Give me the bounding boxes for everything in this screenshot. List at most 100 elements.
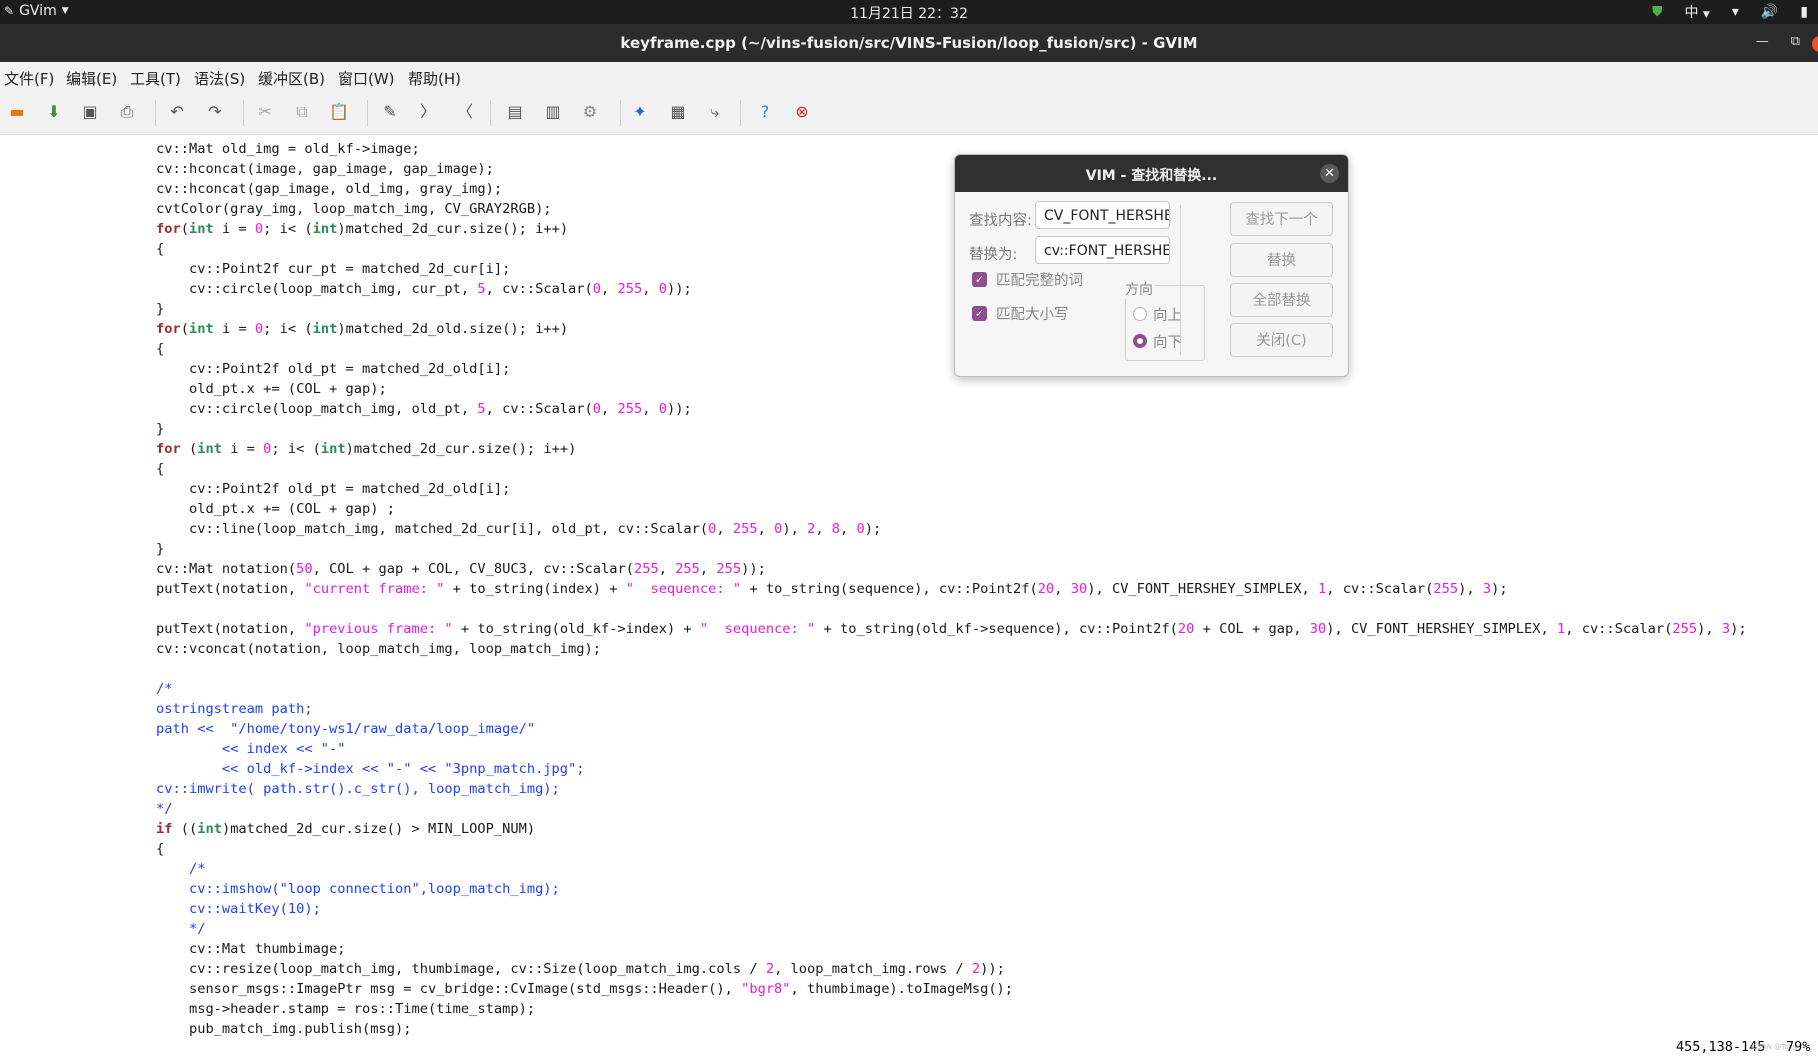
match-word-label: 匹配完整的词	[996, 273, 1083, 289]
find-next-icon[interactable]: 〉	[418, 102, 438, 122]
dialog-title: VIM - 查找和替换...	[1085, 168, 1218, 184]
code-line[interactable]: cv::Mat thumbimage;	[156, 939, 346, 959]
close-icon[interactable]: ✕	[1320, 164, 1339, 183]
clock[interactable]: 11月21日 22：32	[0, 3, 1818, 23]
close-button[interactable]: 关闭(C)	[1230, 323, 1333, 357]
code-line[interactable]: /*	[156, 679, 172, 699]
code-line[interactable]: cv::imshow("loop connection",loop_match_…	[156, 879, 560, 899]
status-line: 455,138-145 CSDN @Tony 79%	[0, 1036, 1818, 1062]
menu-tools[interactable]: 工具(T)	[130, 68, 181, 89]
menu-bar: 文件(F) 编辑(E) 工具(T) 语法(S) 缓冲区(B) 窗口(W) 帮助(…	[0, 62, 1818, 92]
code-line[interactable]: cv::Point2f old_pt = matched_2d_old[i];	[156, 359, 510, 379]
code-line[interactable]: putText(notation, "previous frame: " + t…	[156, 619, 1747, 639]
code-line[interactable]: }	[156, 419, 164, 439]
code-line[interactable]: cv::resize(loop_match_img, thumbimage, c…	[156, 959, 1005, 979]
load-session-icon[interactable]: ▤	[505, 102, 525, 122]
code-line[interactable]: for(int i = 0; i< (int)matched_2d_old.si…	[156, 319, 568, 339]
menu-buffers[interactable]: 缓冲区(B)	[258, 68, 325, 89]
code-line[interactable]: cv::imwrite( path.str().c_str(), loop_ma…	[156, 779, 560, 799]
code-line[interactable]: cv::Mat notation(50, COL + gap + COL, CV…	[156, 559, 766, 579]
find-replace-dialog: VIM - 查找和替换... ✕ 查找内容: CV_FONT_HERSHEY_S…	[954, 154, 1349, 377]
code-line[interactable]: cv::Point2f old_pt = matched_2d_old[i];	[156, 479, 510, 499]
code-line[interactable]: ostringstream path;	[156, 699, 313, 719]
code-line[interactable]: {	[156, 459, 164, 479]
code-line[interactable]: {	[156, 239, 164, 259]
code-line[interactable]: cv::vconcat(notation, loop_match_img, lo…	[156, 639, 601, 659]
code-line[interactable]: cv::hconcat(gap_image, old_img, gray_img…	[156, 179, 502, 199]
run-script-icon[interactable]: ⚙	[580, 102, 600, 122]
find-input[interactable]: CV_FONT_HERSHEY_SIMPLEX	[1035, 201, 1170, 229]
code-line[interactable]: cv::Point2f cur_pt = matched_2d_cur[i];	[156, 259, 510, 279]
code-line[interactable]: cv::Mat old_img = old_kf->image;	[156, 139, 420, 159]
save-session-icon[interactable]: ⬇	[44, 102, 64, 122]
direction-down-radio[interactable]	[1133, 334, 1147, 348]
menu-file[interactable]: 文件(F)	[4, 68, 54, 89]
code-line[interactable]: }	[156, 539, 164, 559]
replace-input[interactable]: cv::FONT_HERSHEY_SIMPLEX	[1035, 236, 1170, 264]
wifi-icon[interactable]: ▾	[1732, 4, 1739, 20]
print-icon[interactable]: ⎙	[117, 102, 137, 122]
code-line[interactable]: cv::hconcat(image, gap_image, gap_image)…	[156, 159, 494, 179]
shell-icon[interactable]: ▦	[668, 102, 688, 122]
battery-icon[interactable]: ▮	[1800, 4, 1808, 20]
redo-icon[interactable]: ↷	[205, 102, 225, 122]
code-line[interactable]: << old_kf->index << "-" << "3pnp_match.j…	[156, 759, 585, 779]
code-line[interactable]: << index << "-"	[156, 739, 346, 759]
help-icon[interactable]: ?	[755, 102, 775, 122]
copy-icon[interactable]: ⧉	[292, 102, 312, 122]
find-next-button[interactable]: 查找下一个	[1230, 202, 1333, 236]
toolbar: ▬ ⬇ ▣ ⎙ ↶ ↷ ✂ ⧉ 📋 ✎ 〉 〈 ▤ ▥ ⚙ ✦ ▦ ⤷ ? ⊗	[0, 92, 1818, 135]
undo-icon[interactable]: ↶	[167, 102, 187, 122]
code-line[interactable]: putText(notation, "current frame: " + to…	[156, 579, 1508, 599]
find-prev-icon[interactable]: 〈	[455, 102, 475, 122]
direction-label: 方向	[1123, 279, 1155, 299]
code-line[interactable]: */	[156, 919, 206, 939]
code-line[interactable]: }	[156, 299, 164, 319]
code-line[interactable]: cv::line(loop_match_img, matched_2d_cur[…	[156, 519, 881, 539]
code-line[interactable]: sensor_msgs::ImagePtr msg = cv_bridge::C…	[156, 979, 1013, 999]
menu-window[interactable]: 窗口(W)	[338, 68, 395, 89]
code-line[interactable]: cvtColor(gray_img, loop_match_img, CV_GR…	[156, 199, 552, 219]
minimize-icon[interactable]: —	[1756, 34, 1769, 49]
menu-edit[interactable]: 编辑(E)	[66, 68, 117, 89]
menu-help[interactable]: 帮助(H)	[408, 68, 461, 89]
save-session-icon[interactable]: ▥	[543, 102, 563, 122]
make-icon[interactable]: ✦	[630, 102, 650, 122]
find-replace-icon[interactable]: ✎	[380, 102, 400, 122]
find-label: 查找内容:	[969, 213, 1032, 229]
editor-text-area[interactable]: cv::Mat old_img = old_kf->image; cv::hcon…	[0, 135, 1818, 1055]
input-method[interactable]: 中 ▼	[1684, 2, 1709, 22]
code-line[interactable]: {	[156, 339, 164, 359]
code-line[interactable]: cv::circle(loop_match_img, cur_pt, 5, cv…	[156, 279, 692, 299]
find-help-icon[interactable]: ⊗	[792, 102, 812, 122]
direction-up-label: 向上	[1153, 308, 1182, 324]
code-line[interactable]: path << "/home/tony-ws1/raw_data/loop_im…	[156, 719, 535, 739]
paste-icon[interactable]: 📋	[329, 102, 349, 122]
code-line[interactable]: for (int i = 0; i< (int)matched_2d_cur.s…	[156, 439, 576, 459]
code-line[interactable]: msg->header.stamp = ros::Time(time_stamp…	[156, 999, 535, 1019]
code-line[interactable]: if ((int)matched_2d_cur.size() > MIN_LOO…	[156, 819, 535, 839]
code-line[interactable]: /*	[156, 859, 206, 879]
direction-up-radio[interactable]	[1133, 307, 1147, 321]
cut-icon[interactable]: ✂	[255, 102, 275, 122]
code-line[interactable]: cv::waitKey(10);	[156, 899, 321, 919]
replace-all-button[interactable]: 全部替换	[1230, 283, 1333, 317]
save-icon[interactable]: ▣	[80, 102, 100, 122]
match-word-checkbox[interactable]: ✓	[972, 272, 987, 287]
code-line[interactable]: old_pt.x += (COL + gap);	[156, 379, 387, 399]
open-icon[interactable]: ▬	[7, 102, 27, 122]
code-line[interactable]: old_pt.x += (COL + gap) ;	[156, 499, 395, 519]
dialog-divider	[1180, 205, 1181, 355]
system-top-bar: ✎ GVim ▼ 11月21日 22：32 ⛊ 中 ▼ ▾ 🔊 ▮	[0, 0, 1818, 24]
code-line[interactable]: */	[156, 799, 172, 819]
tags-icon[interactable]: ⤷	[705, 102, 725, 122]
code-line[interactable]: {	[156, 839, 164, 859]
menu-syntax[interactable]: 语法(S)	[194, 68, 245, 89]
code-line[interactable]: for(int i = 0; i< (int)matched_2d_cur.si…	[156, 219, 568, 239]
shield-icon[interactable]: ⛊	[1652, 4, 1663, 20]
replace-button[interactable]: 替换	[1230, 243, 1333, 277]
match-case-checkbox[interactable]: ✓	[972, 306, 987, 321]
volume-icon[interactable]: 🔊	[1761, 4, 1778, 20]
restore-icon[interactable]: ⧉	[1791, 34, 1800, 49]
code-line[interactable]: cv::circle(loop_match_img, old_pt, 5, cv…	[156, 399, 692, 419]
